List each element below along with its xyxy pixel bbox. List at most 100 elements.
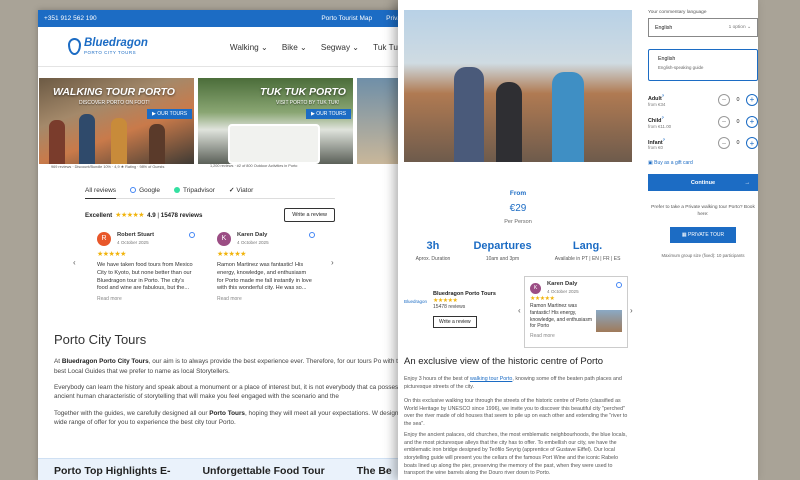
prev-arrow-icon[interactable]: ‹ <box>73 258 76 267</box>
review-date: 4 October 2025 <box>237 239 269 245</box>
booking-panel: Your commentary language English 1 optio… <box>648 0 758 480</box>
site-logo[interactable]: Bluedragon PORTO CITY TOURS <box>68 38 148 55</box>
reviews-widget: All reviews Google Tripadvisor ✓ Viator E… <box>73 186 335 302</box>
review-count: 15478 reviews <box>160 211 203 219</box>
continue-label: Continue <box>690 179 716 186</box>
option-subtitle: English-speaking guide <box>658 65 704 70</box>
rating-label: Excellent <box>85 211 113 219</box>
ticket-label: Adult <box>648 95 662 102</box>
read-more-link[interactable]: Read more <box>217 296 313 303</box>
fact-duration: 3h Aprox. Duration <box>416 240 451 262</box>
rating-separator: | <box>157 211 160 219</box>
info-icon[interactable]: ? <box>661 115 663 120</box>
palaces-paragraph: Enjoy the ancient palaces, old churches,… <box>404 432 627 477</box>
plus-button[interactable]: + <box>746 137 758 150</box>
nav-walking[interactable]: Walking ⌄ <box>230 42 268 52</box>
banner-person <box>111 118 127 164</box>
next-arrow-icon[interactable]: › <box>630 306 633 315</box>
tour-highlights-strip: Porto Top Highlights E- Unforgettable Fo… <box>38 458 430 480</box>
review-photo[interactable] <box>596 310 622 332</box>
language-dropdown-option[interactable]: English English-speaking guide <box>648 49 758 81</box>
info-icon[interactable]: ? <box>662 93 664 98</box>
phone-number[interactable]: +351 912 562 190 <box>44 15 307 22</box>
banner-subtitle: DISCOVER PORTO ON FOOT! <box>79 100 150 106</box>
language-select[interactable]: English 1 option ⌄ <box>648 18 758 37</box>
fact-value: Lang. <box>572 240 603 252</box>
next-arrow-icon[interactable]: › <box>331 258 334 267</box>
private-tour-text: Prefer to take a Private walking tour Po… <box>651 205 755 218</box>
storytelling-paragraph: Everybody can learn the history and spea… <box>54 383 414 402</box>
google-icon <box>616 282 622 288</box>
tour-hero-image <box>404 10 632 162</box>
max-group-size: Maximum group size (fixed): 10 participa… <box>661 252 745 258</box>
ticket-row-adult: Adult? from €34 − 0 + <box>648 93 758 107</box>
rating-summary: Excellent ★★★★★ 4.9 | 15478 reviews Writ… <box>85 208 335 222</box>
review-card: R Robert Stuart 4 October 2025 ★★★★★ We … <box>85 232 205 302</box>
write-review-button[interactable]: Write a review <box>284 208 335 222</box>
nav-segway[interactable]: Segway ⌄ <box>321 42 359 52</box>
plus-button[interactable]: + <box>746 93 758 106</box>
private-tour-button[interactable]: ▦ PRIVATE TOUR <box>670 226 736 243</box>
top-contact-bar: +351 912 562 190 Porto Tourist Map Priva… <box>38 10 430 27</box>
review-cards: ‹ R Robert Stuart 4 October 2025 ★★★★★ W… <box>73 232 335 302</box>
continue-button[interactable]: Continue → <box>648 174 758 192</box>
ticket-row-infant: Infant? from €0 − 0 + <box>648 137 758 151</box>
nav-bike[interactable]: Bike ⌄ <box>282 42 307 52</box>
rating-stars: ★★★★★ <box>115 212 145 219</box>
option-title: English <box>658 56 676 62</box>
intro-paragraph: Enjoy 3 hours of the best of walking tou… <box>404 376 632 391</box>
review-widget-compact: Bluedragon Bluedragon Porto Tours ★★★★★ … <box>404 276 633 348</box>
ticket-price: from €0 <box>648 145 663 151</box>
private-tour-label: PRIVATE TOUR <box>688 231 725 238</box>
language-value: English <box>655 24 673 31</box>
review-text: Ramon Martinez was fantastic! His energy… <box>530 303 592 330</box>
strip-tour-title[interactable]: The Be <box>357 465 392 480</box>
fact-label: 10am and 3pm <box>485 256 520 262</box>
review-stars: ★★★★★ <box>97 251 126 258</box>
minus-button[interactable]: − <box>718 93 730 106</box>
tuktuk-tour-banner[interactable]: TUK TUK PORTO VISIT PORTO BY TUK TUK! ▶ … <box>198 78 353 164</box>
tour-facts: 3h Aprox. Duration Departures 10am and 3… <box>404 240 632 262</box>
prev-arrow-icon[interactable]: ‹ <box>518 306 521 315</box>
minus-button[interactable]: − <box>718 115 730 128</box>
avatar: R <box>97 232 111 246</box>
company-review-count: 15478 reviews <box>433 304 466 310</box>
minus-button[interactable]: − <box>718 137 730 150</box>
gift-card-link[interactable]: ▣ Buy as a gift card <box>648 160 758 166</box>
price-amount: €29 <box>509 203 527 214</box>
walking-tour-banner[interactable]: WALKING TOUR PORTO DISCOVER PORTO ON FOO… <box>39 78 194 164</box>
background-browser-window: +351 912 562 190 Porto Tourist Map Priva… <box>38 10 430 480</box>
write-review-button[interactable]: Write a review <box>433 316 477 328</box>
review-text: Ramon Martinez was fantastic! His energy… <box>217 262 312 292</box>
info-icon[interactable]: ? <box>663 137 665 142</box>
tab-google[interactable]: Google <box>130 186 160 194</box>
price-block: From €29 Per Person <box>404 190 632 225</box>
tab-viator[interactable]: ✓ Viator <box>228 186 254 195</box>
tourist-map-link[interactable]: Porto Tourist Map <box>321 15 372 22</box>
our-tours-button[interactable]: ▶ OUR TOURS <box>306 109 352 119</box>
strip-tour-title[interactable]: Porto Top Highlights E- <box>54 465 170 480</box>
reviewer-name: Karen Daly <box>237 232 268 238</box>
para-bold: Porto Tours <box>209 409 245 417</box>
read-more-link[interactable]: Read more <box>97 296 193 303</box>
section-title: Porto City Tours <box>54 332 147 348</box>
viator-icon: ✓ <box>228 187 235 194</box>
tab-viator-label: Viator <box>236 186 254 194</box>
price-from-label: From <box>509 190 527 197</box>
tab-all-reviews[interactable]: All reviews <box>85 186 117 199</box>
intro-paragraph: At Bluedragon Porto City Tours, our aim … <box>54 357 414 376</box>
walking-tour-link[interactable]: walking tour Porto <box>470 376 512 382</box>
strip-tour-title[interactable]: Unforgettable Food Tour <box>202 465 324 480</box>
tab-tripadvisor[interactable]: Tripadvisor <box>174 186 215 194</box>
language-label: Your commentary language <box>648 10 707 15</box>
read-more-link[interactable]: Read more <box>530 333 622 340</box>
fact-value: 3h <box>426 240 440 252</box>
fact-label: Available in PT | EN | FR | ES <box>554 256 621 262</box>
review-card: K Karen Daly 4 October 2025 ★★★★★ Ramon … <box>205 232 325 302</box>
our-tours-button[interactable]: ▶ OUR TOURS <box>147 109 193 119</box>
plus-button[interactable]: + <box>746 115 758 128</box>
banner-subtitle: VISIT PORTO BY TUK TUK! <box>276 100 340 106</box>
tour-detail-window: From €29 Per Person 3h Aprox. Duration D… <box>398 0 758 480</box>
language-options-count: 1 option ⌄ <box>728 25 751 30</box>
banner-person <box>79 114 95 164</box>
